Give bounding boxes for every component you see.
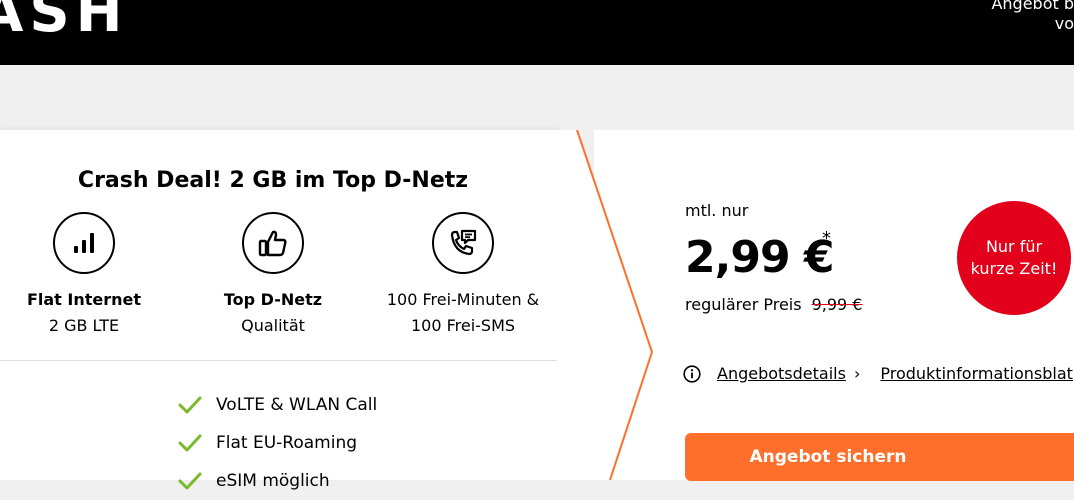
feature-minutes-sms: 100 Frei-Minuten & 100 Frei-SMS [373,212,553,339]
feature-title: Flat Internet [26,290,142,309]
list-item: Flat EU-Roaming [178,424,377,462]
regular-price-row: regulärer Preis 9,99 € [685,295,862,314]
feature-checklist: VoLTE & WLAN Call Flat EU-Roaming eSIM m… [178,386,377,500]
regular-price-value: 9,99 € [811,295,863,314]
badge-line1: Nur für [985,237,1043,256]
list-item: VoLTE & WLAN Call [178,386,377,424]
feature-flat-internet: Flat Internet 2 GB LTE [0,212,174,339]
checkmark-icon [178,434,202,452]
thumbs-up-icon [242,212,304,274]
arrow-divider [540,130,654,480]
product-info-link[interactable]: Produktinformationsblat [880,364,1073,383]
signal-bars-icon [53,212,115,274]
brand-logo[interactable]: ASH [0,0,129,48]
feature-subtitle: 100 Frei-SMS [410,316,516,335]
feature-title: Top D-Netz [223,290,323,309]
info-icon[interactable] [683,364,701,383]
header-offer-line1: Angebot b [991,0,1074,13]
badge-line2: kurze Zeit! [970,259,1058,278]
limited-time-badge: Nur für kurze Zeit! [957,201,1071,315]
deal-title: Crash Deal! 2 GB im Top D-Netz [77,168,469,193]
check-label: VoLTE & WLAN Call [216,395,378,415]
feature-title: 100 Frei-Minuten & [386,290,540,309]
header-offer-text: Angebot b vo [984,0,1074,34]
chevron-right-icon: › [853,364,861,383]
cta-label: Angebot sichern [749,447,907,467]
list-item: eSIM möglich [178,462,377,500]
section-divider [0,360,557,361]
price-prefix: mtl. nur [685,201,749,220]
checkmark-icon [178,472,202,490]
feature-subtitle: 2 GB LTE [48,316,120,335]
feature-top-d-netz: Top D-Netz Qualität [183,212,363,339]
phone-message-icon [432,212,494,274]
regular-price-label: regulärer Preis [685,295,802,314]
secure-offer-button[interactable]: Angebot sichern [685,433,1074,481]
feature-subtitle: Qualität [241,316,305,335]
monthly-price: 2,99 € [685,232,834,283]
price-footnote-marker[interactable]: * [822,228,831,249]
header-offer-line2: vo [1054,14,1074,33]
offer-links: Angebotsdetails › Produktinformationsbla… [683,364,1073,383]
checkmark-icon [178,396,202,414]
offer-details-link[interactable]: Angebotsdetails [717,364,846,383]
check-label: eSIM möglich [216,471,330,491]
check-label: Flat EU-Roaming [216,433,358,453]
top-header: ASH Angebot b vo [0,0,1074,65]
